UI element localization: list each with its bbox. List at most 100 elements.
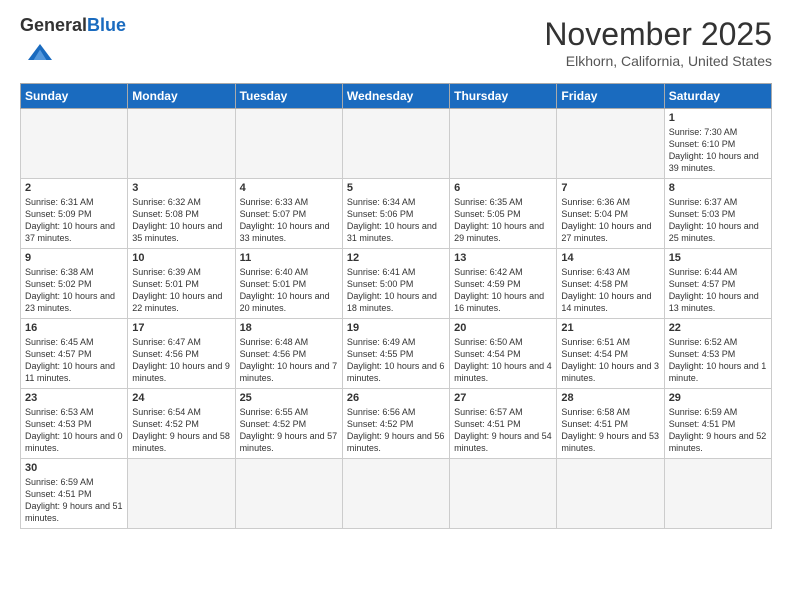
day-number: 7 [561,182,659,194]
calendar-cell: 24 Sunrise: 6:54 AM Sunset: 4:52 PM Dayli… [128,388,235,458]
cell-text: Sunrise: 6:50 AM Sunset: 4:54 PM Dayligh… [454,336,552,385]
day-number: 19 [347,322,445,334]
calendar-cell [128,108,235,178]
cell-text: Sunrise: 6:34 AM Sunset: 5:06 PM Dayligh… [347,196,445,245]
week-row-1: 2 Sunrise: 6:31 AM Sunset: 5:09 PM Daylig… [21,178,772,248]
calendar-cell [342,458,449,528]
calendar-cell: 27Sunrise: 6:57 AM Sunset: 4:51 PM Dayli… [450,388,557,458]
calendar-cell: 6Sunrise: 6:35 AM Sunset: 5:05 PM Daylig… [450,178,557,248]
cell-text: Sunrise: 6:44 AM Sunset: 4:57 PM Dayligh… [669,266,767,315]
day-number: 1 [669,112,767,124]
cell-text: Sunrise: 6:42 AM Sunset: 4:59 PM Dayligh… [454,266,552,315]
cell-text: Sunrise: 6:43 AM Sunset: 4:58 PM Dayligh… [561,266,659,315]
calendar-cell: 10Sunrise: 6:39 AM Sunset: 5:01 PM Dayli… [128,248,235,318]
day-number: 10 [132,252,230,264]
week-row-2: 9 Sunrise: 6:38 AM Sunset: 5:02 PM Daylig… [21,248,772,318]
cell-text: Sunrise: 6:58 AM Sunset: 4:51 PM Dayligh… [561,406,659,455]
day-header-saturday: Saturday [664,83,771,108]
calendar-cell: 7 Sunrise: 6:36 AM Sunset: 5:04 PM Daylig… [557,178,664,248]
day-number: 28 [561,392,659,404]
calendar-cell: 16Sunrise: 6:45 AM Sunset: 4:57 PM Dayli… [21,318,128,388]
logo-icon [24,36,56,68]
calendar-cell [128,458,235,528]
calendar-cell [450,108,557,178]
calendar-cell: 13Sunrise: 6:42 AM Sunset: 4:59 PM Dayli… [450,248,557,318]
calendar-cell: 20 Sunrise: 6:50 AM Sunset: 4:54 PM Dayli… [450,318,557,388]
calendar-cell: 29 Sunrise: 6:59 AM Sunset: 4:51 PM Dayli… [664,388,771,458]
logo: GeneralBlue [20,16,126,73]
day-number: 4 [240,182,338,194]
location: Elkhorn, California, United States [544,53,772,69]
day-number: 29 [669,392,767,404]
calendar-cell: 2 Sunrise: 6:31 AM Sunset: 5:09 PM Daylig… [21,178,128,248]
cell-text: Sunrise: 6:49 AM Sunset: 4:55 PM Dayligh… [347,336,445,385]
day-header-friday: Friday [557,83,664,108]
calendar-cell: 22Sunrise: 6:52 AM Sunset: 4:53 PM Dayli… [664,318,771,388]
calendar-cell: 19 Sunrise: 6:49 AM Sunset: 4:55 PM Dayli… [342,318,449,388]
logo-general: General [20,15,87,35]
day-number: 18 [240,322,338,334]
day-number: 9 [25,252,123,264]
cell-text: Sunrise: 6:51 AM Sunset: 4:54 PM Dayligh… [561,336,659,385]
cell-text: Sunrise: 6:59 AM Sunset: 4:51 PM Dayligh… [25,476,123,525]
cell-text: Sunrise: 6:55 AM Sunset: 4:52 PM Dayligh… [240,406,338,455]
logo-area: GeneralBlue [20,16,126,73]
day-number: 2 [25,182,123,194]
cell-text: Sunrise: 6:41 AM Sunset: 5:00 PM Dayligh… [347,266,445,315]
calendar-cell: 21 Sunrise: 6:51 AM Sunset: 4:54 PM Dayli… [557,318,664,388]
cell-text: Sunrise: 6:54 AM Sunset: 4:52 PM Dayligh… [132,406,230,455]
cell-text: Sunrise: 6:37 AM Sunset: 5:03 PM Dayligh… [669,196,767,245]
calendar-cell: 1 Sunrise: 7:30 AM Sunset: 6:10 PM Daylig… [664,108,771,178]
month-title: November 2025 [544,16,772,53]
day-number: 14 [561,252,659,264]
calendar-cell: 14 Sunrise: 6:43 AM Sunset: 4:58 PM Dayli… [557,248,664,318]
cell-text: Sunrise: 7:30 AM Sunset: 6:10 PM Dayligh… [669,126,767,175]
day-number: 21 [561,322,659,334]
day-number: 24 [132,392,230,404]
cell-text: Sunrise: 6:53 AM Sunset: 4:53 PM Dayligh… [25,406,123,455]
calendar-cell: 30 Sunrise: 6:59 AM Sunset: 4:51 PM Dayli… [21,458,128,528]
calendar-cell [235,458,342,528]
cell-text: Sunrise: 6:59 AM Sunset: 4:51 PM Dayligh… [669,406,767,455]
cell-text: Sunrise: 6:31 AM Sunset: 5:09 PM Dayligh… [25,196,123,245]
header-row: SundayMondayTuesdayWednesdayThursdayFrid… [21,83,772,108]
calendar-cell: 9 Sunrise: 6:38 AM Sunset: 5:02 PM Daylig… [21,248,128,318]
logo-blue: Blue [87,15,126,35]
calendar-cell: 11 Sunrise: 6:40 AM Sunset: 5:01 PM Dayli… [235,248,342,318]
calendar-cell: 5Sunrise: 6:34 AM Sunset: 5:06 PM Daylig… [342,178,449,248]
calendar-cell [450,458,557,528]
calendar-table: SundayMondayTuesdayWednesdayThursdayFrid… [20,83,772,529]
day-header-thursday: Thursday [450,83,557,108]
calendar-cell: 15Sunrise: 6:44 AM Sunset: 4:57 PM Dayli… [664,248,771,318]
day-number: 30 [25,462,123,474]
day-number: 12 [347,252,445,264]
cell-text: Sunrise: 6:48 AM Sunset: 4:56 PM Dayligh… [240,336,338,385]
cell-text: Sunrise: 6:38 AM Sunset: 5:02 PM Dayligh… [25,266,123,315]
calendar-cell: 3 Sunrise: 6:32 AM Sunset: 5:08 PM Daylig… [128,178,235,248]
calendar-cell: 23Sunrise: 6:53 AM Sunset: 4:53 PM Dayli… [21,388,128,458]
day-header-wednesday: Wednesday [342,83,449,108]
day-number: 11 [240,252,338,264]
cell-text: Sunrise: 6:36 AM Sunset: 5:04 PM Dayligh… [561,196,659,245]
cell-text: Sunrise: 6:52 AM Sunset: 4:53 PM Dayligh… [669,336,767,385]
day-header-monday: Monday [128,83,235,108]
day-number: 16 [25,322,123,334]
week-row-3: 16Sunrise: 6:45 AM Sunset: 4:57 PM Dayli… [21,318,772,388]
calendar-cell [342,108,449,178]
calendar-cell: 28 Sunrise: 6:58 AM Sunset: 4:51 PM Dayli… [557,388,664,458]
calendar-cell: 17Sunrise: 6:47 AM Sunset: 4:56 PM Dayli… [128,318,235,388]
calendar-cell [557,458,664,528]
calendar-cell: 25Sunrise: 6:55 AM Sunset: 4:52 PM Dayli… [235,388,342,458]
day-number: 26 [347,392,445,404]
cell-text: Sunrise: 6:32 AM Sunset: 5:08 PM Dayligh… [132,196,230,245]
day-number: 3 [132,182,230,194]
cell-text: Sunrise: 6:35 AM Sunset: 5:05 PM Dayligh… [454,196,552,245]
calendar-cell [21,108,128,178]
calendar-cell: 4 Sunrise: 6:33 AM Sunset: 5:07 PM Daylig… [235,178,342,248]
day-number: 20 [454,322,552,334]
week-row-0: 1 Sunrise: 7:30 AM Sunset: 6:10 PM Daylig… [21,108,772,178]
calendar-cell [557,108,664,178]
cell-text: Sunrise: 6:40 AM Sunset: 5:01 PM Dayligh… [240,266,338,315]
calendar-cell: 8Sunrise: 6:37 AM Sunset: 5:03 PM Daylig… [664,178,771,248]
cell-text: Sunrise: 6:33 AM Sunset: 5:07 PM Dayligh… [240,196,338,245]
